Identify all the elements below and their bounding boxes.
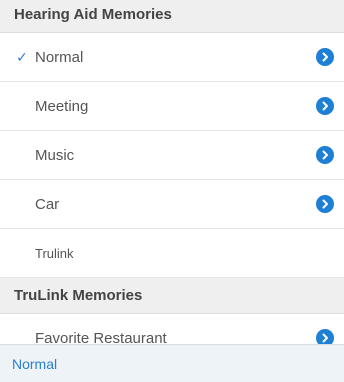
memory-label: Normal: [35, 48, 84, 66]
memory-row-music[interactable]: Music: [0, 131, 344, 180]
memory-label: Trulink: [35, 245, 74, 261]
chevron-right-circle-icon[interactable]: [316, 48, 334, 66]
memories-panel: Hearing Aid Memories ✓ Normal Meeting Mu…: [0, 0, 344, 382]
memory-row-meeting[interactable]: Meeting: [0, 82, 344, 131]
section-header-hearing-aid-memories: Hearing Aid Memories: [0, 0, 344, 33]
memory-label: Car: [35, 195, 60, 213]
chevron-right-circle-icon[interactable]: [316, 146, 334, 164]
chevron-right-circle-icon[interactable]: [316, 195, 334, 213]
memory-label: Music: [35, 146, 75, 164]
memory-row-normal[interactable]: ✓ Normal: [0, 33, 344, 82]
section-header-trulink-memories: TruLink Memories: [0, 278, 344, 314]
current-memory-status: Normal: [0, 344, 344, 382]
memory-row-trulink[interactable]: Trulink: [0, 229, 344, 278]
memory-row-car[interactable]: Car: [0, 180, 344, 229]
memory-label: Meeting: [35, 97, 89, 115]
checkmark-icon: ✓: [16, 48, 28, 65]
chevron-right-circle-icon[interactable]: [316, 97, 334, 115]
